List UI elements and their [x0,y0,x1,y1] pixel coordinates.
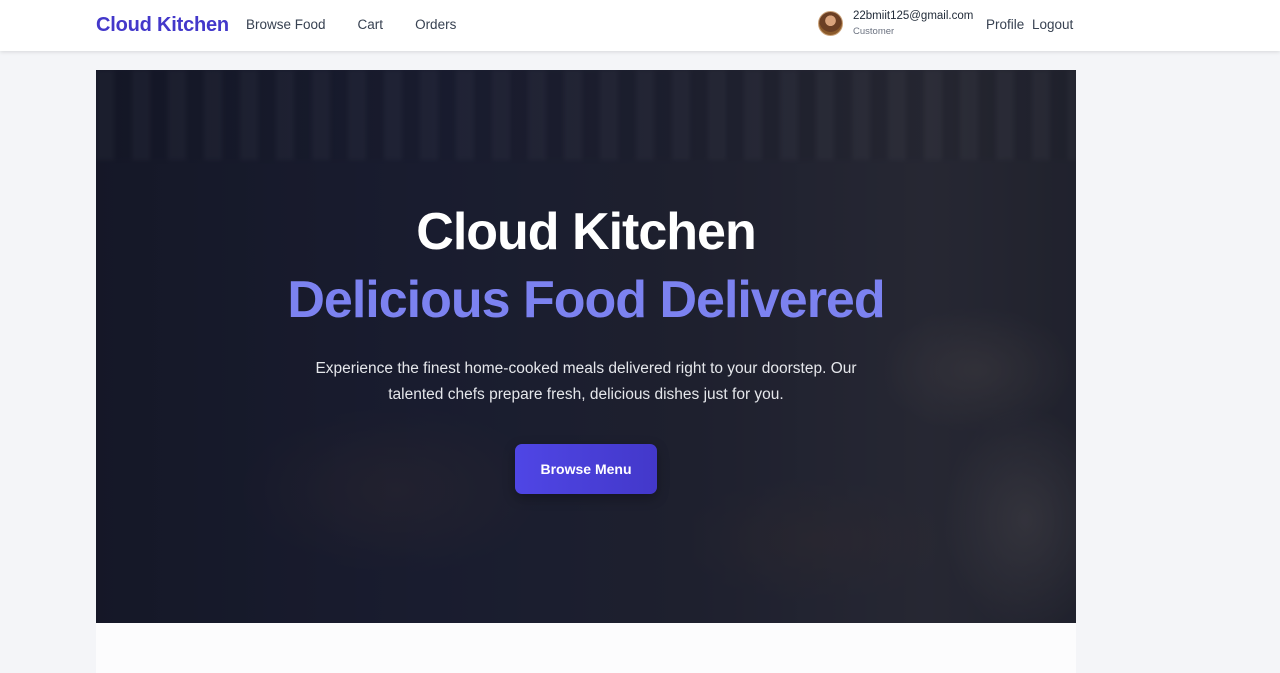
brand-logo-link[interactable]: Cloud Kitchen [96,14,229,37]
user-info: 22bmiit125@gmail.com Customer [818,10,974,37]
hero-banner: Cloud Kitchen Delicious Food Delivered E… [96,70,1076,623]
nav-links: Browse Food Cart Orders [246,17,488,32]
top-navbar: Cloud Kitchen Browse Food Cart Orders 22… [0,0,1280,51]
user-email: 22bmiit125@gmail.com [853,10,974,22]
logout-link[interactable]: Logout [1032,17,1073,32]
hero-description: Experience the finest home-cooked meals … [315,360,857,403]
avatar [818,11,843,36]
user-text: 22bmiit125@gmail.com Customer [853,10,974,37]
profile-link[interactable]: Profile [986,17,1024,32]
user-role: Customer [853,25,895,37]
hero-title: Cloud Kitchen [416,203,756,261]
nav-link-orders[interactable]: Orders [415,17,456,32]
hero-overlay [96,70,1076,623]
content-section [96,623,1076,673]
hero-subtitle: Delicious Food Delivered [287,271,885,329]
nav-link-cart[interactable]: Cart [358,17,384,32]
nav-link-browse-food[interactable]: Browse Food [246,17,326,32]
browse-menu-button[interactable]: Browse Menu [515,444,657,494]
